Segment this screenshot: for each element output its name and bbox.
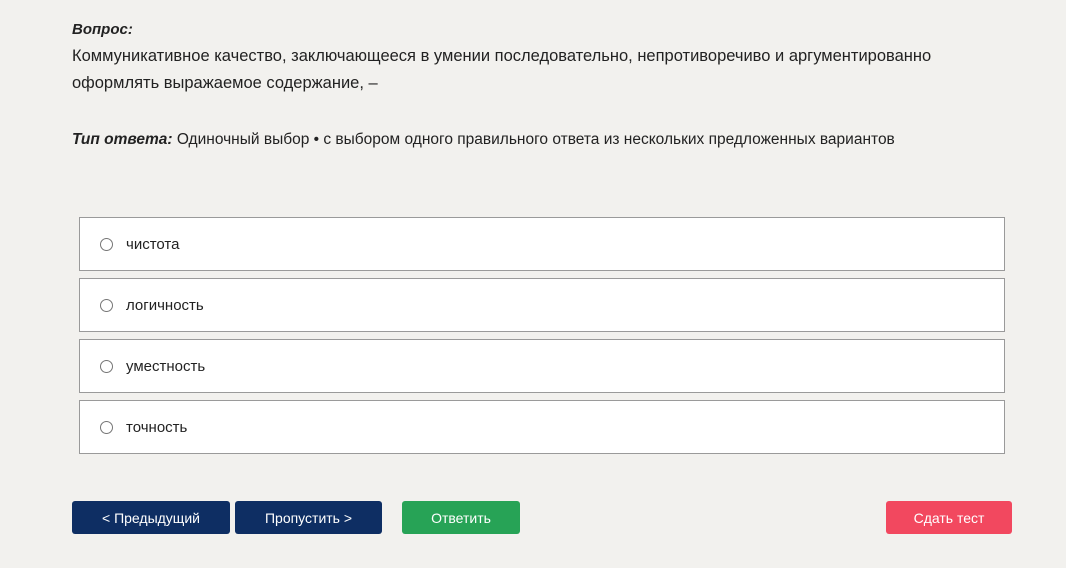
answer-type-label: Тип ответа: (72, 131, 173, 148)
skip-button[interactable]: Пропустить > (235, 501, 382, 534)
answer-type-value: Одиночный выбор • с выбором одного прави… (176, 131, 895, 148)
option-logichnost[interactable]: логичность (79, 278, 1005, 332)
answer-type: Тип ответа: Одиночный выбор • с выбором … (72, 131, 895, 149)
options-list: чистота логичность уместность точность (79, 217, 1005, 461)
option-label: точность (126, 418, 188, 436)
option-label: уместность (126, 357, 206, 375)
option-chistota[interactable]: чистота (79, 217, 1005, 271)
radio-button[interactable] (100, 298, 113, 312)
option-umestnost[interactable]: уместность (79, 339, 1005, 393)
radio-button[interactable] (100, 420, 113, 434)
question-label: Вопрос: (72, 21, 133, 38)
option-label: логичность (126, 296, 204, 314)
question-text: Коммуникативное качество, заключающееся … (72, 47, 932, 92)
answer-button[interactable]: Ответить (402, 501, 520, 534)
submit-test-button[interactable]: Сдать тест (886, 501, 1012, 534)
option-label: чистота (126, 235, 180, 253)
option-tochnost[interactable]: точность (79, 400, 1005, 454)
previous-button[interactable]: < Предыдущий (72, 501, 230, 534)
radio-button[interactable] (100, 237, 113, 251)
radio-button[interactable] (100, 359, 113, 373)
